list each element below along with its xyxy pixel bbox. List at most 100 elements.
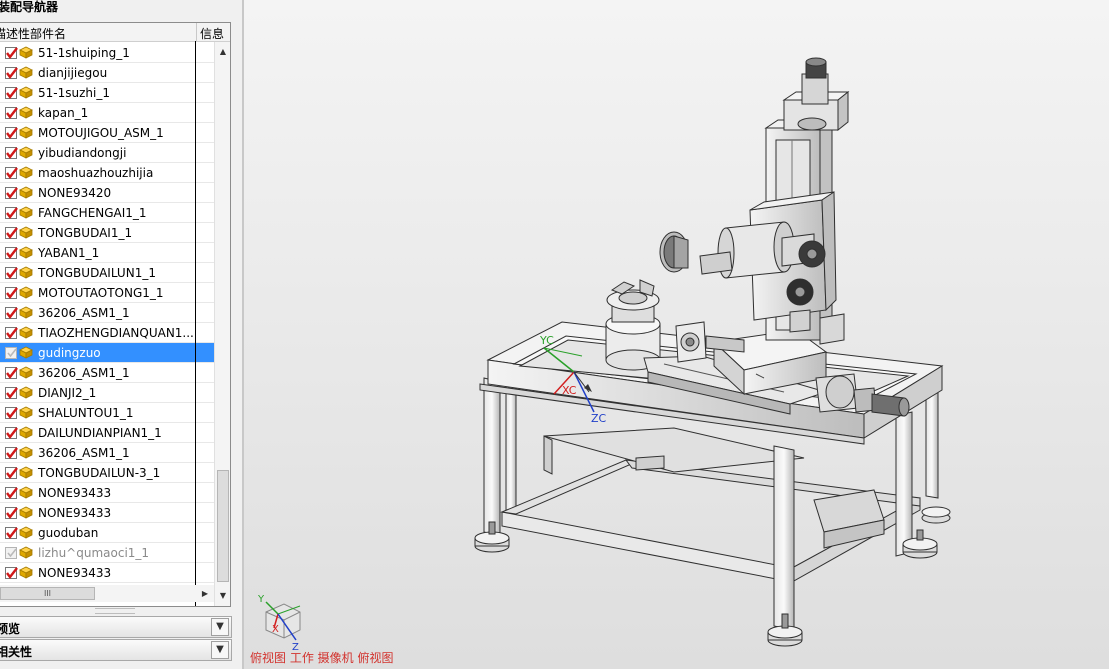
- checkbox-checked-icon[interactable]: [5, 87, 18, 99]
- checkbox-checked-icon[interactable]: [5, 507, 18, 519]
- scroll-up-arrow-icon[interactable]: ▲: [215, 44, 230, 60]
- assembly-component-icon: [19, 466, 33, 479]
- tree-row[interactable]: 36206_ASM1_1: [0, 363, 214, 383]
- panel-splitter[interactable]: [95, 608, 135, 614]
- chevron-down-icon[interactable]: ▼: [211, 641, 229, 659]
- tree-row-label: YABAN1_1: [38, 246, 100, 260]
- tree-row[interactable]: NONE93420: [0, 183, 214, 203]
- machine-model: YC XC ZC Y X Z: [257, 57, 951, 653]
- checkbox-checked-icon[interactable]: [5, 487, 18, 499]
- tree-row-label: DAILUNDIANPIAN1_1: [38, 426, 162, 440]
- checkbox-checked-icon[interactable]: [5, 287, 18, 299]
- tree-row-label: 36206_ASM1_1: [38, 366, 130, 380]
- tree-row[interactable]: TIAOZHENGDIANQUAN1...: [0, 323, 214, 343]
- tree-row[interactable]: TONGBUDAI1_1: [0, 223, 214, 243]
- checkbox-checked-icon[interactable]: [5, 247, 18, 259]
- tree-row[interactable]: 36206_ASM1_1: [0, 443, 214, 463]
- tree-vertical-scrollbar[interactable]: ▲ ▼: [214, 42, 230, 606]
- horizontal-scroll-thumb[interactable]: III: [0, 587, 95, 600]
- checkbox-unchecked-icon[interactable]: [5, 547, 17, 559]
- checkbox-checked-icon[interactable]: [5, 147, 18, 159]
- checkbox-checked-icon[interactable]: [5, 227, 18, 239]
- checkbox-checked-icon[interactable]: [5, 407, 18, 419]
- vertical-scroll-thumb[interactable]: [217, 470, 229, 582]
- checkbox-checked-icon[interactable]: [5, 327, 18, 339]
- tree-row-label: TONGBUDAI1_1: [38, 226, 133, 240]
- column-header-info[interactable]: 信息: [200, 25, 224, 42]
- checkbox-checked-icon[interactable]: [5, 367, 18, 379]
- mini-triad-y: Y: [257, 594, 265, 605]
- tree-row[interactable]: FANGCHENGAI1_1: [0, 203, 214, 223]
- assembly-component-icon: [19, 566, 33, 579]
- tree-row-label: 36206_ASM1_1: [38, 446, 130, 460]
- checkbox-unchecked-icon[interactable]: [5, 347, 17, 359]
- checkbox-checked-icon[interactable]: [5, 127, 18, 139]
- tree-row-label: dianjijiegou: [38, 66, 108, 80]
- checkbox-checked-icon[interactable]: [5, 107, 18, 119]
- checkbox-checked-icon[interactable]: [5, 167, 18, 179]
- tree-row[interactable]: NONE93433: [0, 503, 214, 523]
- checkbox-checked-icon[interactable]: [5, 447, 18, 459]
- checkbox-checked-icon[interactable]: [5, 467, 18, 479]
- assembly-component-icon: [19, 146, 33, 159]
- scroll-down-arrow-icon[interactable]: ▼: [215, 588, 230, 604]
- column-header-name[interactable]: 描述性部件名: [0, 25, 66, 42]
- tree-row[interactable]: dianjijiegou: [0, 63, 214, 83]
- tree-row[interactable]: maoshuazhouzhijia: [0, 163, 214, 183]
- chevron-down-icon[interactable]: ▼: [211, 618, 229, 636]
- tree-row-label: NONE93433: [38, 506, 112, 520]
- checkbox-checked-icon[interactable]: [5, 527, 18, 539]
- assembly-component-icon: [19, 86, 33, 99]
- dependencies-section-header[interactable]: 相关性 ▼: [0, 639, 232, 661]
- graphics-viewport[interactable]: YC XC ZC Y X Z 俯视图 工作 摄像机 俯视图: [244, 0, 1109, 669]
- checkbox-checked-icon[interactable]: [5, 307, 18, 319]
- checkbox-checked-icon[interactable]: [5, 47, 18, 59]
- checkbox-checked-icon[interactable]: [5, 387, 18, 399]
- view-orientation-triad[interactable]: Y X Z: [257, 594, 301, 653]
- preview-section-header[interactable]: 预览 ▼: [0, 616, 232, 638]
- assembly-component-icon: [19, 206, 33, 219]
- tree-row[interactable]: DIANJI2_1: [0, 383, 214, 403]
- tree-row-label: NONE93433: [38, 566, 112, 580]
- tree-row-label: kapan_1: [38, 106, 89, 120]
- assembly-component-icon: [19, 446, 33, 459]
- tree-row[interactable]: 51-1suzhi_1: [0, 83, 214, 103]
- tree-row[interactable]: kapan_1: [0, 103, 214, 123]
- tree-row[interactable]: DAILUNDIANPIAN1_1: [0, 423, 214, 443]
- tree-row[interactable]: NONE93433: [0, 563, 214, 583]
- tree-row[interactable]: TONGBUDAILUN-3_1: [0, 463, 214, 483]
- tree-row-label: NONE93433: [38, 486, 112, 500]
- tree-row[interactable]: SHALUNTOU1_1: [0, 403, 214, 423]
- tree-row-label: lizhu^qumaoci1_1: [38, 546, 150, 560]
- assembly-component-icon: [19, 526, 33, 539]
- assembly-component-icon: [19, 286, 33, 299]
- tree-row-label: MOTOUTAOTONG1_1: [38, 286, 164, 300]
- tree-row[interactable]: gudingzuo: [0, 343, 214, 363]
- tree-row[interactable]: guoduban: [0, 523, 214, 543]
- tree-row[interactable]: yibudiandongji: [0, 143, 214, 163]
- checkbox-checked-icon[interactable]: [5, 567, 18, 579]
- column-divider: [195, 41, 196, 606]
- tree-row-label: SHALUNTOU1_1: [38, 406, 134, 420]
- assembly-component-icon: [19, 166, 33, 179]
- column-separator: [196, 23, 197, 41]
- checkbox-checked-icon[interactable]: [5, 267, 18, 279]
- tree-row[interactable]: 36206_ASM1_1: [0, 303, 214, 323]
- tree-row[interactable]: NONE93433: [0, 483, 214, 503]
- tree-row[interactable]: MOTOUJIGOU_ASM_1: [0, 123, 214, 143]
- scroll-right-arrow-icon[interactable]: ▶: [198, 585, 212, 602]
- tree-horizontal-scrollbar[interactable]: III ▶: [0, 585, 214, 602]
- assembly-component-icon: [19, 386, 33, 399]
- assembly-component-icon: [19, 546, 33, 559]
- tree-row[interactable]: lizhu^qumaoci1_1: [0, 543, 214, 563]
- checkbox-checked-icon[interactable]: [5, 187, 18, 199]
- checkbox-checked-icon[interactable]: [5, 67, 18, 79]
- checkbox-checked-icon[interactable]: [5, 207, 18, 219]
- tree-row[interactable]: MOTOUTAOTONG1_1: [0, 283, 214, 303]
- tree-row[interactable]: TONGBUDAILUN1_1: [0, 263, 214, 283]
- tree-row[interactable]: 51-1shuiping_1: [0, 43, 214, 63]
- tree-row-label: TIAOZHENGDIANQUAN1...: [38, 326, 194, 340]
- checkbox-checked-icon[interactable]: [5, 427, 18, 439]
- assembly-component-icon: [19, 486, 33, 499]
- tree-row[interactable]: YABAN1_1: [0, 243, 214, 263]
